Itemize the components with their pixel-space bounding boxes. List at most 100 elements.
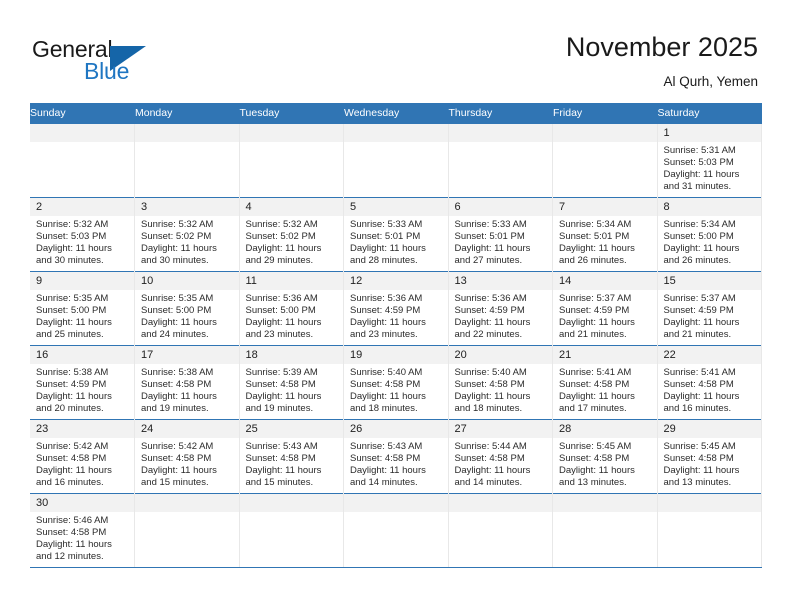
sunset-text: Sunset: 4:58 PM <box>245 379 316 391</box>
daylight-text: Daylight: 11 hours and 19 minutes. <box>141 391 217 415</box>
calendar-day-cell[interactable]: 2 Sunrise: 5:32 AM Sunset: 5:03 PM Daylight… <box>30 197 135 272</box>
day-number <box>344 124 448 142</box>
calendar-cell-empty <box>30 123 135 198</box>
title-block: November 2025 Al Qurh, Yemen <box>566 30 758 92</box>
daylight-text: Daylight: 11 hours and 13 minutes. <box>559 465 635 489</box>
day-number <box>553 494 657 512</box>
sunset-text: Sunset: 4:59 PM <box>663 305 734 317</box>
day-number <box>239 494 343 512</box>
daylight-text: Daylight: 11 hours and 21 minutes. <box>663 317 740 341</box>
day-number <box>553 124 657 142</box>
day-number: 28 <box>553 420 657 438</box>
calendar-day-cell[interactable]: 6 Sunrise: 5:33 AM Sunset: 5:01 PM Daylight… <box>448 197 553 272</box>
weekday-header-tuesday: Tuesday <box>239 103 344 124</box>
calendar-day-cell[interactable]: 4 Sunrise: 5:32 AM Sunset: 5:02 PM Daylight… <box>239 197 344 272</box>
sunrise-text: Sunrise: 5:38 AM <box>36 367 109 378</box>
calendar-day-cell[interactable]: 15 Sunrise: 5:37 AM Sunset: 4:59 PM Dayligh… <box>657 271 762 346</box>
day-number <box>657 494 761 512</box>
sunrise-text: Sunrise: 5:34 AM <box>559 219 632 230</box>
daylight-text: Daylight: 11 hours and 25 minutes. <box>36 317 112 341</box>
sunrise-text: Sunrise: 5:31 AM <box>663 145 736 156</box>
calendar-day-cell[interactable]: 19 Sunrise: 5:40 AM Sunset: 4:58 PM Dayligh… <box>343 345 449 420</box>
sunset-text: Sunset: 5:01 PM <box>454 231 525 243</box>
calendar-day-cell[interactable]: 22 Sunrise: 5:41 AM Sunset: 4:58 PM Dayligh… <box>657 345 762 420</box>
sunset-text: Sunset: 5:01 PM <box>350 231 421 243</box>
calendar-day-cell[interactable]: 8 Sunrise: 5:34 AM Sunset: 5:00 PM Daylight… <box>657 197 762 272</box>
calendar-day-cell[interactable]: 29 Sunrise: 5:45 AM Sunset: 4:58 PM Dayligh… <box>657 419 762 494</box>
calendar-day-cell[interactable]: 20 Sunrise: 5:40 AM Sunset: 4:58 PM Dayligh… <box>448 345 553 420</box>
calendar-day-cell[interactable]: 14 Sunrise: 5:37 AM Sunset: 4:59 PM Dayligh… <box>552 271 658 346</box>
calendar-day-cell[interactable]: 25 Sunrise: 5:43 AM Sunset: 4:58 PM Dayligh… <box>239 419 344 494</box>
calendar-day-cell[interactable]: 26 Sunrise: 5:43 AM Sunset: 4:58 PM Dayligh… <box>343 419 449 494</box>
calendar-day-cell[interactable]: 24 Sunrise: 5:42 AM Sunset: 4:58 PM Dayligh… <box>134 419 240 494</box>
calendar-day-cell[interactable]: 5 Sunrise: 5:33 AM Sunset: 5:01 PM Daylight… <box>343 197 449 272</box>
sunrise-text: Sunrise: 5:42 AM <box>141 441 214 452</box>
calendar-day-cell[interactable]: 7 Sunrise: 5:34 AM Sunset: 5:01 PM Daylight… <box>552 197 658 272</box>
sunrise-text: Sunrise: 5:36 AM <box>454 293 527 304</box>
sunrise-text: Sunrise: 5:36 AM <box>350 293 423 304</box>
day-details: Sunrise: 5:31 AM Sunset: 5:03 PM Daylight:… <box>658 142 762 193</box>
calendar-day-cell[interactable]: 21 Sunrise: 5:41 AM Sunset: 4:58 PM Dayligh… <box>552 345 658 420</box>
day-number <box>135 494 239 512</box>
calendar-cell-empty <box>343 493 449 568</box>
calendar-week-row: 16 Sunrise: 5:38 AM Sunset: 4:59 PM Dayligh… <box>30 345 762 420</box>
general-blue-logo[interactable]: General Blue <box>32 36 182 88</box>
day-details: Sunrise: 5:43 AM Sunset: 4:58 PM Daylight:… <box>344 438 448 489</box>
sunset-text: Sunset: 5:00 PM <box>36 305 107 317</box>
location-subtitle: Al Qurh, Yemen <box>663 74 758 89</box>
sunset-text: Sunset: 5:00 PM <box>663 231 734 243</box>
calendar-day-cell[interactable]: 3 Sunrise: 5:32 AM Sunset: 5:02 PM Daylight… <box>134 197 240 272</box>
calendar-week-row: 30 Sunrise: 5:46 AM Sunset: 4:58 PM Dayligh… <box>30 493 762 568</box>
day-details: Sunrise: 5:36 AM Sunset: 5:00 PM Daylight:… <box>240 290 344 341</box>
calendar-day-cell[interactable]: 27 Sunrise: 5:44 AM Sunset: 4:58 PM Dayligh… <box>448 419 553 494</box>
daylight-text: Daylight: 11 hours and 22 minutes. <box>454 317 531 341</box>
weekday-header-friday: Friday <box>552 103 658 124</box>
sunrise-text: Sunrise: 5:45 AM <box>663 441 736 452</box>
page-header: General Blue November 2025 Al Qurh, Yeme… <box>0 0 792 103</box>
daylight-text: Daylight: 11 hours and 15 minutes. <box>141 465 217 489</box>
calendar-day-cell[interactable]: 9 Sunrise: 5:35 AM Sunset: 5:00 PM Daylight… <box>30 271 135 346</box>
calendar-day-cell[interactable]: 28 Sunrise: 5:45 AM Sunset: 4:58 PM Dayligh… <box>552 419 658 494</box>
weekday-header-monday: Monday <box>134 103 240 124</box>
calendar-grid: Sunday Monday Tuesday Wednesday Thursday… <box>30 103 762 568</box>
calendar-day-cell[interactable]: 11 Sunrise: 5:36 AM Sunset: 5:00 PM Dayligh… <box>239 271 344 346</box>
calendar-day-cell[interactable]: 18 Sunrise: 5:39 AM Sunset: 4:58 PM Dayligh… <box>239 345 344 420</box>
calendar-week-row: 2 Sunrise: 5:32 AM Sunset: 5:03 PM Daylight… <box>30 197 762 272</box>
calendar-cell-empty <box>448 493 553 568</box>
weekday-header-sunday: Sunday <box>30 103 135 124</box>
calendar-day-cell[interactable]: 23 Sunrise: 5:42 AM Sunset: 4:58 PM Dayligh… <box>30 419 135 494</box>
sunrise-text: Sunrise: 5:39 AM <box>245 367 318 378</box>
sunset-text: Sunset: 4:58 PM <box>350 453 421 465</box>
day-number: 27 <box>448 420 552 438</box>
day-details: Sunrise: 5:46 AM Sunset: 4:58 PM Daylight:… <box>30 512 134 563</box>
calendar-day-cell[interactable]: 12 Sunrise: 5:36 AM Sunset: 4:59 PM Dayligh… <box>343 271 449 346</box>
calendar-cell-empty <box>552 493 658 568</box>
daylight-text: Daylight: 11 hours and 28 minutes. <box>350 243 426 267</box>
sunrise-text: Sunrise: 5:33 AM <box>454 219 527 230</box>
day-details: Sunrise: 5:41 AM Sunset: 4:58 PM Daylight:… <box>658 364 762 415</box>
day-number: 5 <box>344 198 448 216</box>
page-title: November 2025 <box>565 32 758 62</box>
calendar-day-cell[interactable]: 16 Sunrise: 5:38 AM Sunset: 4:59 PM Dayligh… <box>30 345 135 420</box>
calendar-day-cell[interactable]: 17 Sunrise: 5:38 AM Sunset: 4:58 PM Dayligh… <box>134 345 240 420</box>
calendar-week-row: 9 Sunrise: 5:35 AM Sunset: 5:00 PM Daylight… <box>30 271 762 346</box>
calendar-day-cell[interactable]: 13 Sunrise: 5:36 AM Sunset: 4:59 PM Dayligh… <box>448 271 553 346</box>
sunrise-text: Sunrise: 5:45 AM <box>559 441 632 452</box>
day-details: Sunrise: 5:42 AM Sunset: 4:58 PM Daylight:… <box>30 438 134 489</box>
sunset-text: Sunset: 4:58 PM <box>559 379 630 391</box>
daylight-text: Daylight: 11 hours and 13 minutes. <box>663 465 740 489</box>
calendar-day-cell[interactable]: 1 Sunrise: 5:31 AM Sunset: 5:03 PM Daylight… <box>657 123 762 198</box>
calendar-body: 1 Sunrise: 5:31 AM Sunset: 5:03 PM Daylight… <box>30 123 762 568</box>
day-number: 7 <box>553 198 657 216</box>
sunset-text: Sunset: 4:59 PM <box>454 305 525 317</box>
daylight-text: Daylight: 11 hours and 23 minutes. <box>350 317 426 341</box>
day-details: Sunrise: 5:35 AM Sunset: 5:00 PM Daylight:… <box>135 290 239 341</box>
day-number: 3 <box>135 198 239 216</box>
daylight-text: Daylight: 11 hours and 18 minutes. <box>454 391 531 415</box>
calendar-day-cell[interactable]: 10 Sunrise: 5:35 AM Sunset: 5:00 PM Dayligh… <box>134 271 240 346</box>
day-details: Sunrise: 5:45 AM Sunset: 4:58 PM Daylight:… <box>658 438 762 489</box>
daylight-text: Daylight: 11 hours and 19 minutes. <box>245 391 322 415</box>
day-number: 4 <box>239 198 343 216</box>
calendar-day-cell[interactable]: 30 Sunrise: 5:46 AM Sunset: 4:58 PM Dayligh… <box>30 493 135 568</box>
day-number: 16 <box>30 346 134 364</box>
